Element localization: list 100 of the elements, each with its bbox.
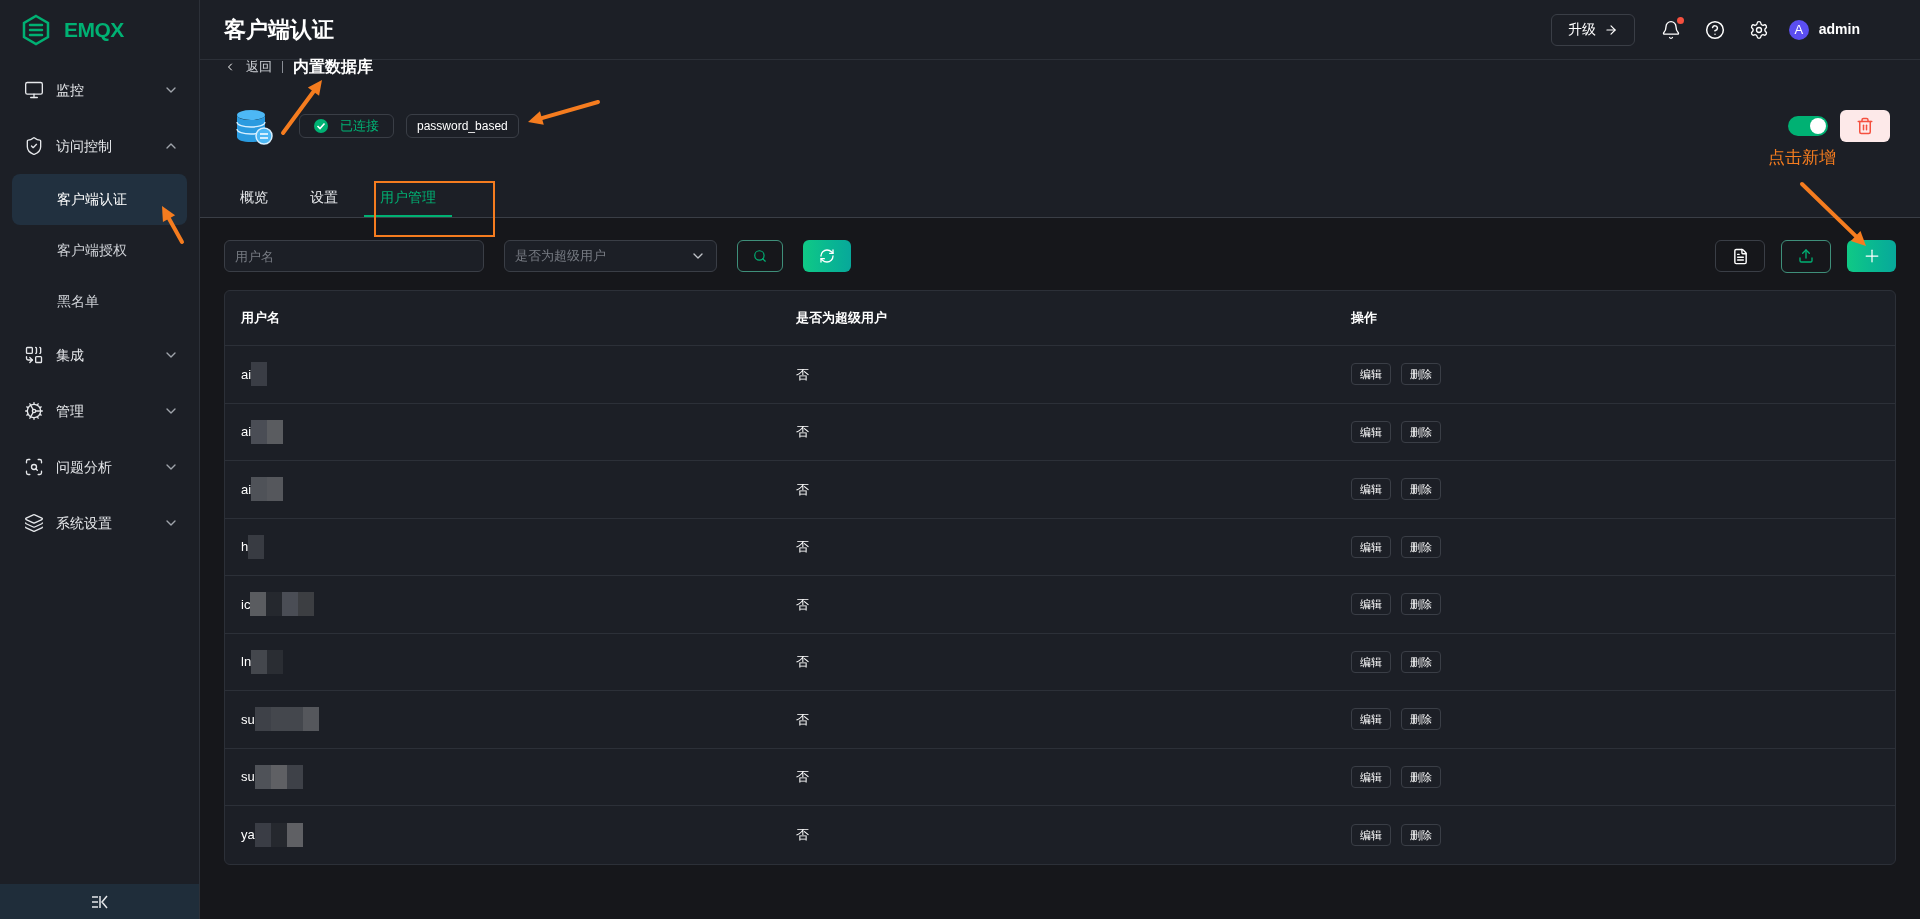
row-action-button[interactable]: 删除 xyxy=(1401,593,1441,616)
table-cell-text: h xyxy=(241,538,249,556)
row-action-button[interactable]: 删除 xyxy=(1401,823,1441,846)
logo-icon xyxy=(20,14,52,46)
upgrade-button[interactable]: 升级 xyxy=(1550,13,1635,46)
table-cell-text: ic xyxy=(241,595,251,614)
redaction-mosaic xyxy=(251,362,268,387)
nav-item[interactable]: 黑名单 xyxy=(12,276,187,327)
table-cell-text: 否 xyxy=(796,480,810,499)
nav-group[interactable]: 集成 xyxy=(12,327,187,383)
nav-group[interactable]: 访问控制 xyxy=(12,118,187,174)
column-header: 是否为超级用户 xyxy=(796,309,888,328)
delete-button[interactable] xyxy=(1840,110,1890,142)
redaction-mosaic xyxy=(248,534,265,559)
annotation-arrow xyxy=(281,80,322,135)
redaction-mosaic xyxy=(251,477,284,502)
settings-icon[interactable] xyxy=(1748,19,1769,40)
row-action-button[interactable]: 删除 xyxy=(1401,363,1441,386)
row-action-button[interactable]: 编辑 xyxy=(1351,765,1391,788)
logo-text: EMQX xyxy=(64,17,124,44)
nav-group[interactable]: 问题分析 xyxy=(12,439,187,495)
table-cell-text: su xyxy=(241,768,255,786)
back-link[interactable]: 返回 xyxy=(246,57,272,77)
annotation-note: 点击新增 xyxy=(1768,146,1836,169)
trash-icon xyxy=(1856,117,1874,135)
monitor-icon xyxy=(24,80,44,100)
document-icon xyxy=(1731,247,1749,265)
database-icon xyxy=(235,107,273,145)
refresh-button[interactable] xyxy=(803,240,851,272)
user-name[interactable]: admin xyxy=(1818,19,1860,40)
column-header: 用户名 xyxy=(241,309,281,328)
nav-item[interactable]: 客户端认证 xyxy=(12,174,187,225)
username-field[interactable]: 用户名 xyxy=(224,240,484,272)
annotation-arrow xyxy=(162,206,184,244)
status-tag: 已连接 xyxy=(299,114,394,138)
redaction-mosaic xyxy=(251,419,284,444)
tab[interactable]: 概览 xyxy=(224,180,284,217)
table-cell-text: su xyxy=(241,710,255,729)
tab[interactable]: 用户管理 xyxy=(364,180,452,217)
table-cell-text: 否 xyxy=(796,826,810,844)
arrow-right-icon xyxy=(1603,22,1618,37)
nav-item[interactable]: 客户端授权 xyxy=(12,225,187,276)
document-button[interactable] xyxy=(1715,240,1765,272)
table-cell-text: ai xyxy=(241,480,252,499)
row-action-button[interactable]: 编辑 xyxy=(1351,535,1391,558)
shield-icon xyxy=(24,136,44,156)
table-cell-text: 否 xyxy=(796,365,810,384)
row-action-button[interactable]: 编辑 xyxy=(1351,708,1391,731)
redaction-mosaic xyxy=(254,707,319,732)
row-action-button[interactable]: 删除 xyxy=(1401,420,1441,443)
table-cell-text: 否 xyxy=(796,710,810,729)
table-cell-text: 否 xyxy=(796,538,810,556)
redaction-mosaic xyxy=(250,592,315,617)
gear-icon xyxy=(24,401,44,421)
row-action-button[interactable]: 删除 xyxy=(1401,478,1441,501)
refresh-icon xyxy=(819,248,835,264)
enable-switch[interactable] xyxy=(1788,116,1828,136)
table-cell-text: ai xyxy=(241,423,252,441)
redaction-mosaic xyxy=(251,649,284,674)
add-button[interactable] xyxy=(1847,240,1896,272)
help-icon[interactable] xyxy=(1704,19,1725,40)
avatar[interactable]: A xyxy=(1788,19,1809,40)
mechanism-tag: password_based xyxy=(406,114,519,138)
row-action-button[interactable]: 编辑 xyxy=(1351,420,1391,443)
integration-icon xyxy=(24,345,44,365)
bell-icon[interactable] xyxy=(1660,19,1681,40)
tab[interactable]: 设置 xyxy=(294,180,354,217)
row-action-button[interactable]: 编辑 xyxy=(1351,593,1391,616)
row-action-button[interactable]: 删除 xyxy=(1401,535,1441,558)
check-circle-icon xyxy=(314,119,328,133)
upload-icon xyxy=(1798,248,1814,264)
upload-button[interactable] xyxy=(1781,239,1831,273)
redaction-mosaic xyxy=(254,822,303,847)
column-header: 操作 xyxy=(1351,309,1377,328)
row-action-button[interactable]: 编辑 xyxy=(1351,478,1391,501)
row-action-button[interactable]: 编辑 xyxy=(1351,650,1391,673)
table-cell-text: ln xyxy=(241,653,252,671)
table-cell-text: 否 xyxy=(796,423,810,441)
annotation-arrow xyxy=(528,100,600,125)
annotation-arrow xyxy=(1800,182,1866,246)
table-cell-text: 否 xyxy=(796,595,810,614)
table-cell-text: 否 xyxy=(796,653,810,671)
table-cell-text: ya xyxy=(241,826,255,844)
nav-group[interactable]: 管理 xyxy=(12,383,187,439)
row-action-button[interactable]: 编辑 xyxy=(1351,823,1391,846)
nav-group[interactable]: 监控 xyxy=(12,62,187,118)
superuser-select[interactable]: 是否为超级用户 xyxy=(504,240,717,272)
layers-icon xyxy=(24,513,44,533)
table-cell-text: ai xyxy=(241,365,252,384)
row-action-button[interactable]: 编辑 xyxy=(1351,363,1391,386)
row-action-button[interactable]: 删除 xyxy=(1401,650,1441,673)
row-action-button[interactable]: 删除 xyxy=(1401,708,1441,731)
search-button[interactable] xyxy=(737,240,783,272)
table-cell-text: 否 xyxy=(796,768,810,786)
row-action-button[interactable]: 删除 xyxy=(1401,765,1441,788)
page-title: 客户端认证 xyxy=(224,16,335,44)
nav-group[interactable]: 系统设置 xyxy=(12,495,187,551)
redaction-mosaic xyxy=(254,764,303,789)
collapse-icon xyxy=(90,894,109,909)
search-icon xyxy=(753,249,767,263)
